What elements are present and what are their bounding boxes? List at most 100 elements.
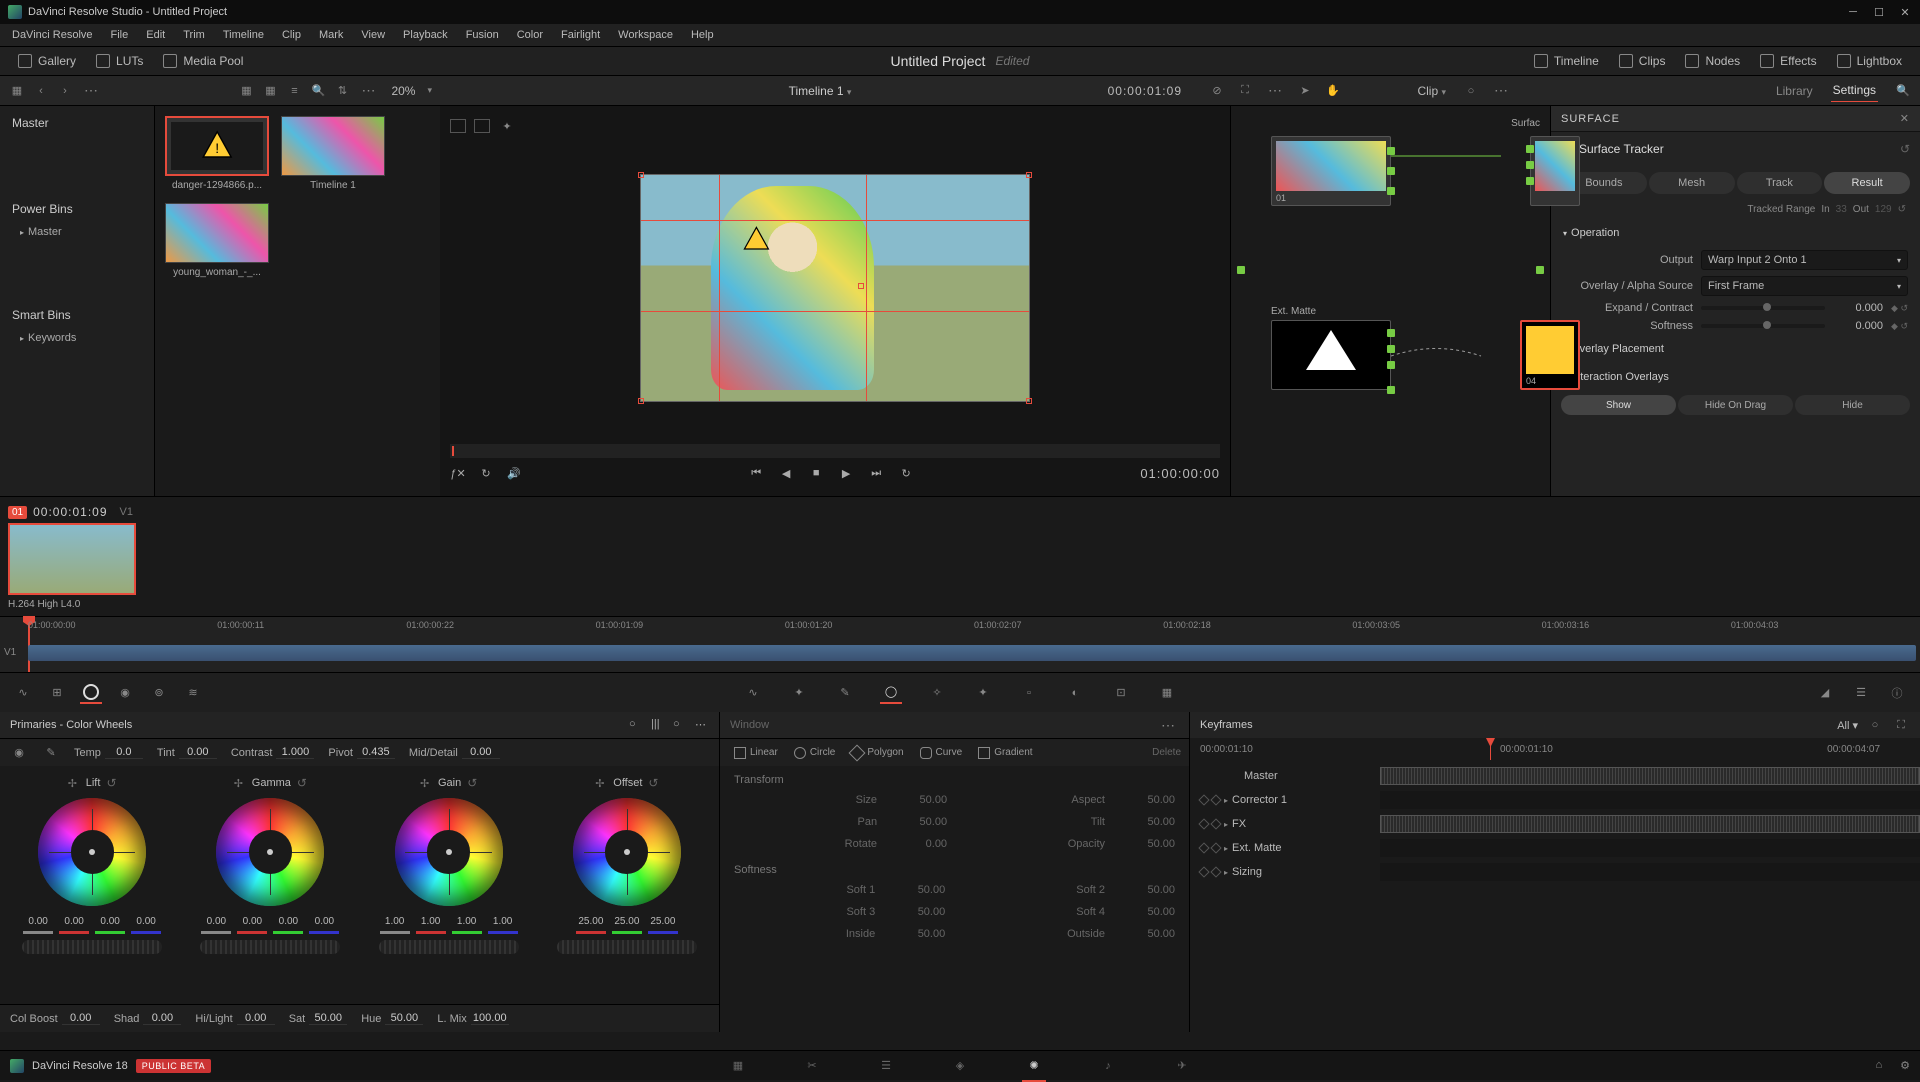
gallery-button[interactable]: Gallery: [8, 50, 86, 72]
grid-view-icon[interactable]: ▦: [261, 82, 279, 100]
bars-mode-icon[interactable]: |||: [651, 718, 665, 732]
menu-clip[interactable]: Clip: [274, 27, 309, 43]
shape-linear[interactable]: Linear: [728, 744, 784, 762]
placement-section[interactable]: Overlay Placement: [1551, 335, 1920, 363]
inside-value[interactable]: 50.00: [885, 928, 945, 940]
split-icon[interactable]: [474, 119, 490, 133]
menu-edit[interactable]: Edit: [138, 27, 173, 43]
menu-workspace[interactable]: Workspace: [610, 27, 681, 43]
kf-timecode-bar[interactable]: 00:00:01:10 00:00:01:10 00:00:04:07: [1190, 738, 1920, 760]
kf-row-fx[interactable]: ▸FX: [1190, 812, 1920, 836]
page-color[interactable]: ✺: [1022, 1054, 1046, 1078]
node-more-icon[interactable]: ⋯: [1490, 82, 1512, 99]
gain-jog[interactable]: [379, 940, 519, 954]
kf-row-extmatte[interactable]: ▸Ext. Matte: [1190, 836, 1920, 860]
timeline-name[interactable]: Timeline 1 ▾: [789, 84, 852, 98]
soft-value[interactable]: 0.000: [1833, 320, 1883, 332]
thumb-view-icon[interactable]: ▦: [237, 82, 255, 100]
tracking-overlay[interactable]: [641, 175, 1029, 401]
fx-toggle-icon[interactable]: ƒ✕: [450, 465, 466, 481]
node-01[interactable]: 01: [1271, 136, 1391, 206]
temp-value[interactable]: 0.0: [105, 746, 143, 759]
goto-last-icon[interactable]: ⏭: [868, 465, 884, 481]
shape-polygon[interactable]: Polygon: [845, 744, 909, 762]
audio-icon[interactable]: 🔊: [506, 465, 522, 481]
kf-controls[interactable]: ◆ ↺: [1891, 321, 1908, 332]
viewer-timecode[interactable]: 00:00:01:09: [1108, 84, 1182, 98]
window-more-icon[interactable]: ⋯: [1157, 717, 1179, 734]
page-fusion[interactable]: ◈: [948, 1054, 972, 1078]
tab-result[interactable]: Result: [1824, 172, 1910, 194]
motion-mode-icon[interactable]: ≋: [182, 682, 204, 704]
size-value[interactable]: 50.00: [887, 794, 947, 806]
kf-all-dropdown[interactable]: All ▾: [1837, 719, 1858, 732]
info-icon[interactable]: ⓘ: [1886, 682, 1908, 704]
page-cut[interactable]: ✂: [800, 1054, 824, 1078]
node-ext-matte[interactable]: [1271, 320, 1391, 390]
menu-help[interactable]: Help: [683, 27, 722, 43]
reset-range-icon[interactable]: ↺: [1898, 204, 1906, 215]
viewer-more-icon[interactable]: ⋯: [1264, 82, 1286, 99]
expand-slider[interactable]: [1701, 306, 1825, 310]
curves-icon[interactable]: ∿: [742, 682, 764, 704]
lift-jog[interactable]: [22, 940, 162, 954]
warper-icon[interactable]: ✦: [788, 682, 810, 704]
viewer-canvas[interactable]: [450, 138, 1220, 438]
zoom-dropdown[interactable]: 20%: [385, 82, 421, 100]
view-mode-icon[interactable]: ▦: [8, 82, 26, 100]
kf-row-master[interactable]: Master: [1190, 764, 1920, 788]
settings-tab[interactable]: Settings: [1831, 79, 1878, 102]
outside-value[interactable]: 50.00: [1115, 928, 1175, 940]
md-value[interactable]: 0.00: [462, 746, 500, 759]
warp-mode-icon[interactable]: ⊞: [46, 682, 68, 704]
menu-color[interactable]: Color: [509, 27, 551, 43]
close-button[interactable]: ✕: [1898, 5, 1912, 19]
node-surface[interactable]: [1530, 136, 1580, 206]
menu-fairlight[interactable]: Fairlight: [553, 27, 608, 43]
nodes-button[interactable]: Nodes: [1675, 50, 1750, 72]
goto-first-icon[interactable]: ⏮: [748, 465, 764, 481]
kf-playhead[interactable]: [1490, 738, 1491, 760]
show-btn[interactable]: Show: [1561, 395, 1676, 415]
clips-button[interactable]: Clips: [1609, 50, 1676, 72]
lightbox-button[interactable]: Lightbox: [1827, 50, 1912, 72]
offset-colorwheel[interactable]: [573, 798, 681, 906]
shad-value[interactable]: 0.00: [143, 1012, 181, 1025]
delete-shape[interactable]: Delete: [1152, 747, 1181, 758]
expand-value[interactable]: 0.000: [1833, 302, 1883, 314]
search-icon[interactable]: 🔍: [309, 82, 327, 100]
wand-icon[interactable]: ✦: [498, 117, 516, 135]
kf-expand-icon[interactable]: ⛶: [1892, 716, 1910, 734]
lift-reset-icon[interactable]: ↺: [106, 776, 116, 790]
node-graph[interactable]: Surfac 01 Ext. Matte 04: [1230, 106, 1550, 496]
lift-colorwheel[interactable]: [38, 798, 146, 906]
search2-icon[interactable]: 🔍: [1894, 82, 1912, 100]
timeline-ruler[interactable]: 01:00:00:0001:00:00:11 01:00:00:2201:00:…: [0, 616, 1920, 672]
list-view-icon[interactable]: ≡: [285, 82, 303, 100]
hdr-mode-icon[interactable]: ◉: [114, 682, 136, 704]
step-back-icon[interactable]: ◀: [778, 465, 794, 481]
scopes2-icon[interactable]: ☰: [1850, 682, 1872, 704]
timeline-button[interactable]: Timeline: [1524, 50, 1609, 72]
3d-icon[interactable]: ▦: [1156, 682, 1178, 704]
wheel-mode-icon[interactable]: [80, 682, 102, 704]
tab-mesh[interactable]: Mesh: [1649, 172, 1735, 194]
hide-drag-btn[interactable]: Hide On Drag: [1678, 395, 1793, 415]
shape-gradient[interactable]: Gradient: [972, 744, 1038, 762]
smartbins-hdr[interactable]: Smart Bins: [0, 302, 154, 328]
kf-row-sizing[interactable]: ▸Sizing: [1190, 860, 1920, 884]
pan-value[interactable]: 50.00: [887, 816, 947, 828]
tracking-icon[interactable]: ✧: [926, 682, 948, 704]
highlight-icon[interactable]: [450, 119, 466, 133]
awb-icon[interactable]: ✎: [42, 744, 60, 762]
play-icon[interactable]: ▶: [838, 465, 854, 481]
soft-slider[interactable]: [1701, 324, 1825, 328]
qualifier-icon[interactable]: ✎: [834, 682, 856, 704]
loop-icon[interactable]: ↻: [898, 465, 914, 481]
offset-jog[interactable]: [557, 940, 697, 954]
tab-track[interactable]: Track: [1737, 172, 1823, 194]
sat-value[interactable]: 50.00: [309, 1012, 347, 1025]
menu-trim[interactable]: Trim: [175, 27, 213, 43]
media-thumb[interactable]: ! danger-1294866.p...: [165, 116, 269, 191]
circle-icon[interactable]: ○: [1462, 82, 1480, 100]
